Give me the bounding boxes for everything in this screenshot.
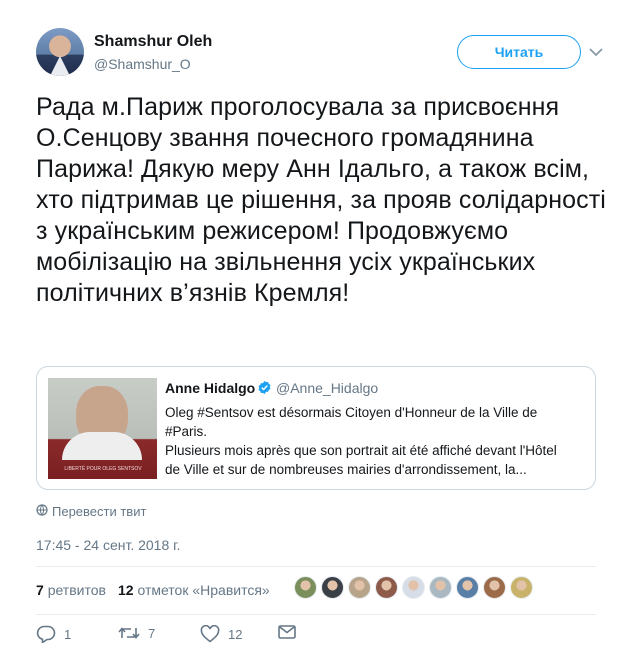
- divider: [36, 614, 596, 615]
- quoted-text-paragraph-1: Oleg #Sentsov est désormais Citoyen d'Ho…: [165, 405, 538, 439]
- liker-avatar[interactable]: [456, 576, 479, 599]
- liker-avatar[interactable]: [429, 576, 452, 599]
- quoted-text-paragraph-2: Plusieurs mois après que son portrait ai…: [165, 443, 557, 477]
- retweets-label: ретвитов: [47, 582, 106, 598]
- liker-avatar[interactable]: [321, 576, 344, 599]
- translate-label: Перевести твит: [52, 504, 147, 519]
- author-handle[interactable]: @Shamshur_O: [94, 56, 191, 72]
- envelope-icon: [278, 625, 296, 639]
- reply-count: 1: [64, 626, 72, 642]
- retweet-button[interactable]: 7: [118, 625, 155, 641]
- retweet-count: 7: [148, 625, 156, 641]
- like-button[interactable]: 12: [200, 625, 242, 643]
- portrait-shirt: [62, 432, 142, 460]
- liker-avatar[interactable]: [375, 576, 398, 599]
- author-name[interactable]: Shamshur Oleh: [94, 33, 212, 51]
- tweet-actions: 1 7 12: [36, 625, 336, 647]
- likes-stat[interactable]: 12 отметок «Нравится»: [118, 582, 270, 598]
- globe-icon: [36, 504, 48, 519]
- divider: [36, 566, 596, 567]
- liker-avatar[interactable]: [483, 576, 506, 599]
- translate-tweet-link[interactable]: Перевести твит: [36, 504, 146, 519]
- retweet-icon: [118, 625, 140, 641]
- quoted-tweet-text: Oleg #Sentsov est désormais Citoyen d'Ho…: [165, 403, 575, 479]
- retweets-stat[interactable]: 7 ретвитов: [36, 582, 106, 598]
- quoted-tweet-image: LIBERTÉ POUR OLEG SENTSOV: [48, 378, 157, 479]
- liker-avatar[interactable]: [348, 576, 371, 599]
- likes-count: 12: [118, 582, 134, 598]
- liker-avatar[interactable]: [402, 576, 425, 599]
- tweet-timestamp[interactable]: 17:45 - 24 сент. 2018 г.: [36, 537, 180, 553]
- chevron-down-icon[interactable]: [586, 42, 606, 62]
- reply-icon: [36, 625, 56, 643]
- liker-avatars: [294, 576, 533, 606]
- verified-badge-icon: [257, 380, 272, 395]
- author-avatar[interactable]: [36, 28, 84, 76]
- likes-label: отметок «Нравится»: [137, 582, 270, 598]
- reply-button[interactable]: 1: [36, 625, 71, 643]
- retweets-count: 7: [36, 582, 44, 598]
- like-count: 12: [228, 626, 243, 642]
- quoted-author-handle: @Anne_Hidalgo: [276, 380, 379, 396]
- heart-icon: [200, 625, 220, 643]
- tweet-stats: 7 ретвитов 12 отметок «Нравится»: [36, 576, 596, 606]
- image-caption: LIBERTÉ POUR OLEG SENTSOV: [64, 466, 142, 472]
- follow-button[interactable]: Читать: [457, 35, 581, 69]
- direct-message-button[interactable]: [278, 625, 296, 639]
- liker-avatar[interactable]: [294, 576, 317, 599]
- liker-avatar[interactable]: [510, 576, 533, 599]
- quoted-tweet-card[interactable]: LIBERTÉ POUR OLEG SENTSOV Anne Hidalgo @…: [36, 366, 596, 490]
- tweet-text: Рада м.Париж проголосувала за присвоєння…: [36, 93, 606, 307]
- quoted-author-name: Anne Hidalgo: [165, 380, 256, 396]
- tweet-header: Shamshur Oleh @Shamshur_O Читать: [36, 28, 606, 80]
